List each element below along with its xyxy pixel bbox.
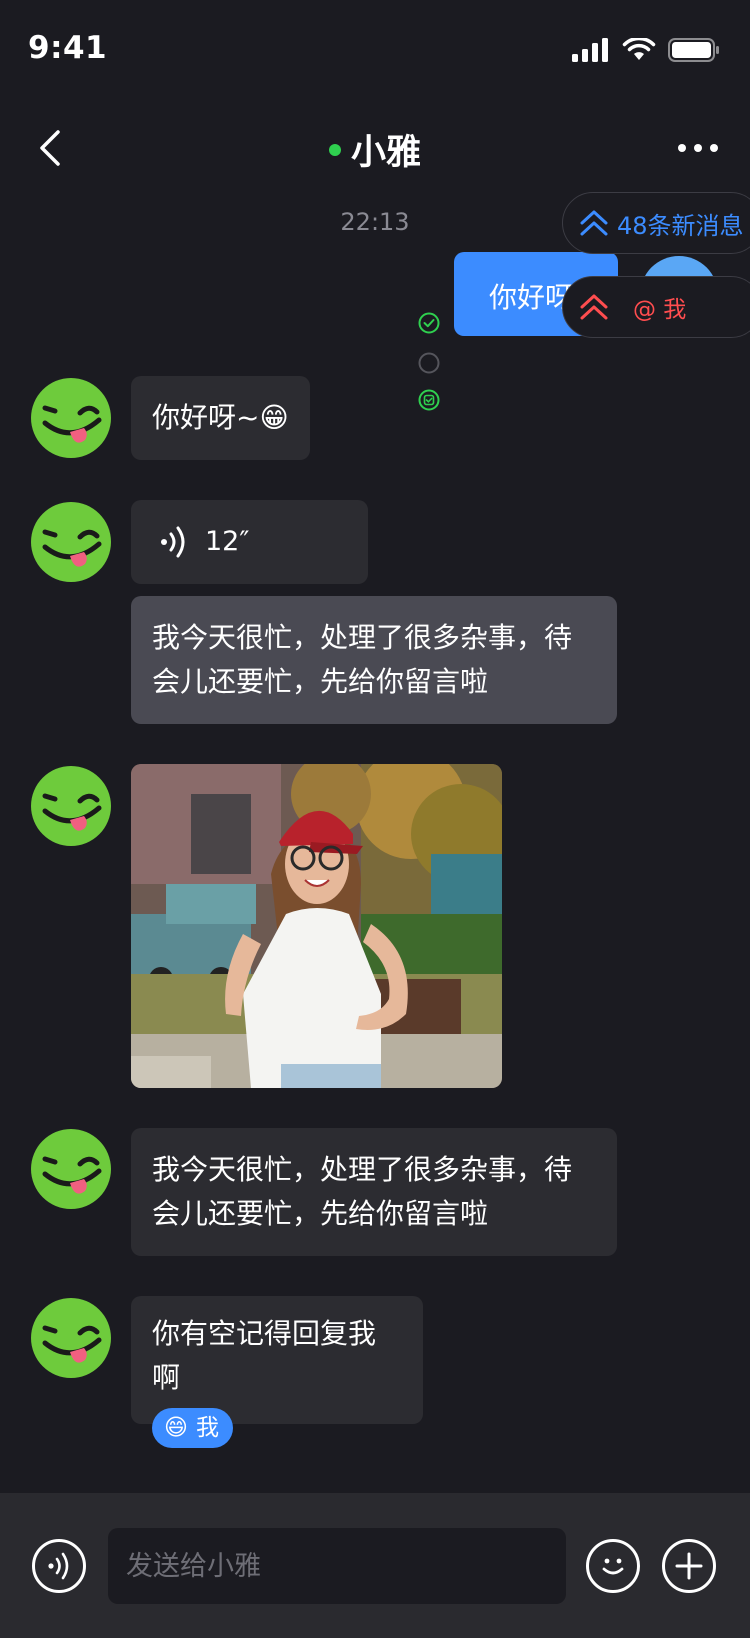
double-chevron-up-icon (580, 294, 608, 320)
signal-icon (572, 38, 608, 62)
contact-avatar[interactable] (31, 1129, 111, 1209)
double-chevron-up-icon (580, 210, 608, 236)
mention-me-badge[interactable]: @ 我 (562, 276, 750, 338)
voice-wave-icon (161, 526, 185, 558)
incoming-message-bubble[interactable]: 我今天很忙，处理了很多杂事，待会儿还要忙，先给你留言啦 (131, 1128, 617, 1256)
incoming-message-bubble[interactable]: 你好呀~😁 (131, 376, 310, 460)
voice-input-button[interactable] (32, 1539, 86, 1593)
incoming-message-bubble[interactable]: 我今天很忙，处理了很多杂事，待会儿还要忙，先给你留言啦 (131, 596, 617, 724)
new-messages-label: 48条新消息 (617, 211, 744, 240)
chat-title: 小雅 (0, 124, 750, 175)
mention-chip[interactable]: 😄 我 (152, 1408, 233, 1448)
mention-me-label: @ 我 (633, 297, 687, 323)
image-message[interactable] (131, 764, 502, 1088)
more-actions-button[interactable] (662, 1539, 716, 1593)
more-options-button[interactable] (678, 138, 718, 158)
contact-avatar[interactable] (31, 1298, 111, 1378)
voice-wave-icon (48, 1552, 69, 1580)
input-bar (0, 1493, 750, 1638)
more-icon (678, 144, 686, 152)
contact-avatar[interactable] (31, 378, 111, 458)
emoji-icon (602, 1558, 624, 1575)
new-messages-badge[interactable]: 48条新消息 (562, 192, 750, 254)
chat-screen: 9:41 小雅 22:13 你好呀 48条新消息 @ 我 你好呀~😁 12″ 我… (0, 0, 750, 1638)
read-circle-icon (418, 389, 440, 411)
incoming-message-bubble[interactable]: 你有空记得回复我啊 😄 我 (131, 1296, 423, 1448)
online-status-dot (328, 144, 341, 156)
contact-avatar[interactable] (31, 766, 111, 846)
contact-name: 小雅 (350, 133, 421, 173)
check-circle-icon (418, 312, 440, 334)
message-text: 你有空记得回复我啊 (152, 1317, 377, 1394)
photo-woman-red-cap (131, 764, 502, 1088)
status-icons (572, 38, 720, 62)
plus-icon (675, 1552, 703, 1580)
status-time: 9:41 (28, 30, 108, 66)
mention-label: 我 (195, 1415, 219, 1441)
wifi-icon (622, 38, 656, 60)
battery-icon (668, 38, 719, 62)
mention-emoji: 😄 (164, 1415, 188, 1441)
voice-duration: 12″ (205, 526, 250, 557)
emoji-button[interactable] (586, 1539, 640, 1593)
contact-avatar[interactable] (31, 502, 111, 582)
message-input[interactable] (108, 1528, 566, 1604)
empty-circle-icon (418, 352, 440, 374)
voice-message-bubble[interactable]: 12″ (131, 500, 368, 584)
